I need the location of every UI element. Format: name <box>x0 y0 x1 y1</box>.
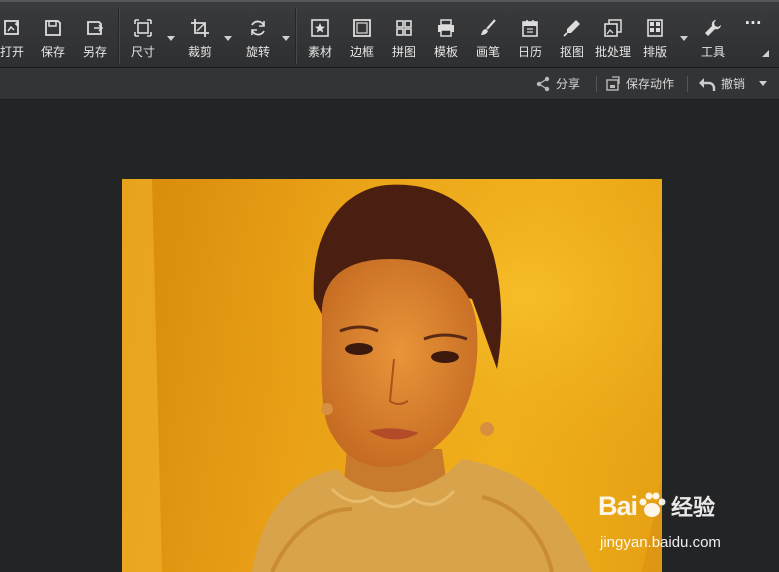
collage-label: 拼图 <box>391 45 416 59</box>
star-frame-icon <box>311 19 329 37</box>
save-as-label: 另存 <box>82 45 107 59</box>
cutout-label: 抠图 <box>559 45 584 59</box>
template-label: 模板 <box>433 45 458 59</box>
batch-icon <box>604 19 622 37</box>
grid-icon <box>396 20 412 36</box>
subbar-separator <box>687 76 688 92</box>
share-button[interactable]: 分享 <box>535 68 580 99</box>
tools-label: 工具 <box>700 45 725 59</box>
paw-icon <box>639 492 666 517</box>
pen-icon <box>563 20 580 37</box>
more-button[interactable]: ··· <box>730 8 776 62</box>
save-as-button[interactable]: 另存 <box>72 8 118 62</box>
subbar-separator <box>596 76 597 92</box>
open-label: 打开 <box>0 45 24 59</box>
template-button[interactable]: 模板 <box>423 8 469 62</box>
share-icon <box>536 76 550 91</box>
material-button[interactable]: 素材 <box>297 8 343 62</box>
save-label: 保存 <box>40 45 65 59</box>
undo-dropdown-arrow[interactable] <box>759 81 767 86</box>
collage-button[interactable]: 拼图 <box>381 8 427 62</box>
layout-icon <box>647 19 663 37</box>
undo-button[interactable]: 撤销 <box>698 68 745 99</box>
crop-button[interactable]: 裁剪 <box>177 8 223 62</box>
watermark-url: jingyan.baidu.com <box>600 534 721 551</box>
save-icon <box>45 20 61 36</box>
rotate-label: 旋转 <box>245 45 270 59</box>
share-label: 分享 <box>556 77 581 91</box>
watermark-logo-tail: 经验 <box>671 495 716 520</box>
save-action-icon <box>606 75 620 91</box>
border-icon <box>353 19 371 37</box>
border-button[interactable]: 边框 <box>339 8 385 62</box>
resize-icon <box>134 19 152 37</box>
layout-button[interactable]: 排版 <box>632 8 678 62</box>
cutout-button[interactable]: 抠图 <box>549 8 595 62</box>
photo-image[interactable] <box>122 179 662 572</box>
crop-label: 裁剪 <box>187 45 212 59</box>
editor-canvas[interactable]: Bai 经验 jingyan.baidu.com <box>0 100 779 572</box>
undo-label: 撤销 <box>721 77 746 91</box>
watermark-logo-text: Bai <box>598 491 638 521</box>
undo-icon <box>699 77 716 91</box>
rotate-dropdown-arrow[interactable] <box>282 36 290 41</box>
expand-corner-icon[interactable] <box>762 50 769 57</box>
brush-label: 画笔 <box>475 45 500 59</box>
rotate-icon <box>251 20 265 36</box>
batch-button[interactable]: 批处理 <box>590 8 636 62</box>
printer-icon <box>438 19 454 37</box>
size-label: 尺寸 <box>130 45 155 59</box>
portrait-image <box>122 179 662 572</box>
layout-dropdown-arrow[interactable] <box>680 36 688 41</box>
rotate-button[interactable]: 旋转 <box>235 8 281 62</box>
layout-label: 排版 <box>642 45 667 59</box>
crop-icon <box>191 19 209 37</box>
calendar-icon <box>522 20 538 37</box>
material-label: 素材 <box>307 45 332 59</box>
batch-label: 批处理 <box>594 45 631 59</box>
main-toolbar: 打开 保存 另存 尺寸 裁剪 旋转 素材 边框 拼图 模板 画笔 日历 抠图 批… <box>0 0 779 68</box>
baidu-watermark: Bai 经验 jingyan.baidu.com <box>598 490 773 560</box>
border-label: 边框 <box>349 45 374 59</box>
brush-button[interactable]: 画笔 <box>465 8 511 62</box>
action-bar: 分享 保存动作 撤销 <box>0 68 779 100</box>
size-dropdown-arrow[interactable] <box>167 36 175 41</box>
calendar-button[interactable]: 日历 <box>507 8 553 62</box>
open-icon <box>4 20 19 35</box>
size-button[interactable]: 尺寸 <box>120 8 166 62</box>
save-button[interactable]: 保存 <box>30 8 76 62</box>
save-action-label: 保存动作 <box>626 77 675 91</box>
more-icon: ··· <box>744 14 762 32</box>
calendar-label: 日历 <box>517 45 542 59</box>
wrench-icon <box>705 20 721 36</box>
save-as-icon <box>87 21 104 35</box>
crop-dropdown-arrow[interactable] <box>224 36 232 41</box>
save-action-button[interactable]: 保存动作 <box>605 68 674 99</box>
watermark-logo: Bai 经验 <box>598 490 715 522</box>
brush-icon <box>481 19 496 35</box>
